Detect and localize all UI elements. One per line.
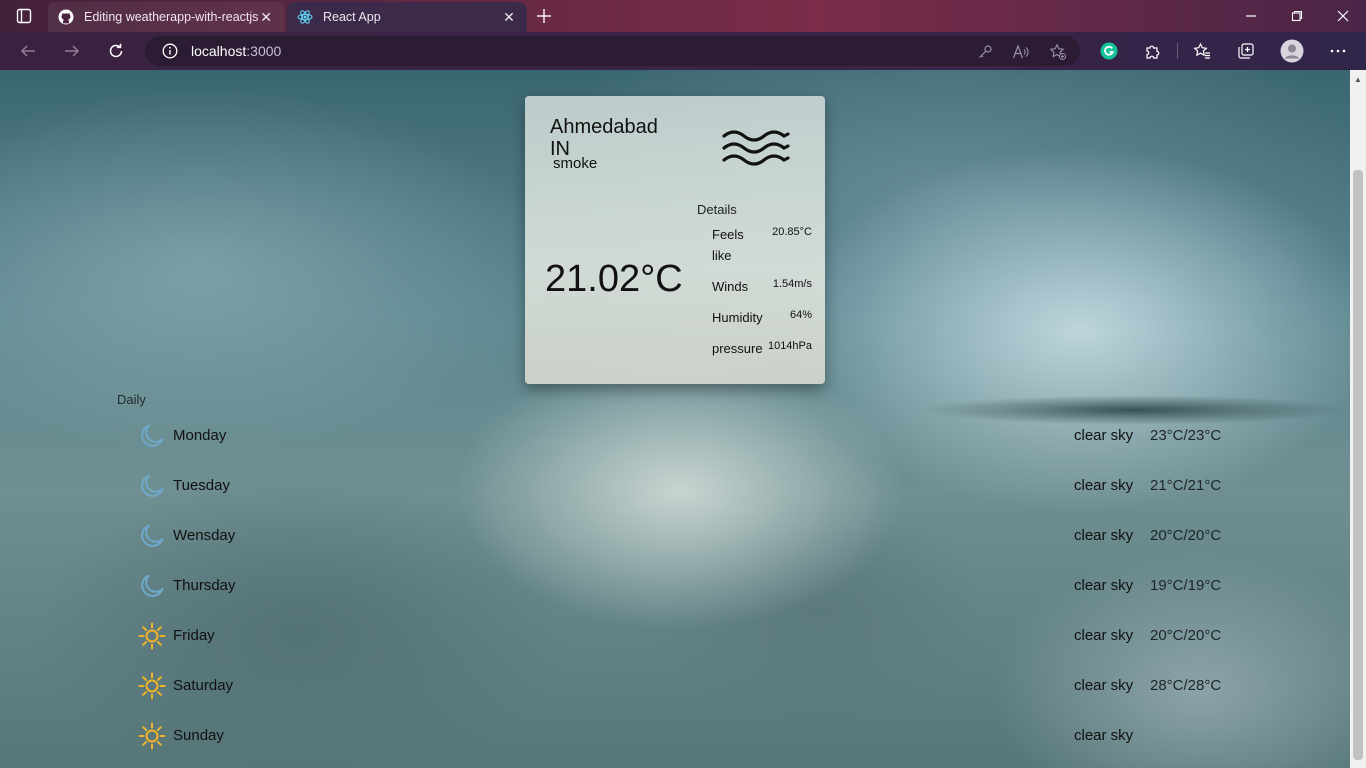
day-name: Tuesday (173, 477, 230, 494)
detail-label: Humidity (712, 310, 763, 325)
detail-value: 1.54m/s (772, 278, 812, 290)
day-description: clear sky (1074, 477, 1134, 494)
detail-label: Winds (712, 279, 749, 294)
day-temperature-range: 20°C/20°C (1150, 627, 1222, 644)
tab-react-app[interactable]: React App ✕ (287, 2, 527, 32)
address-bar[interactable]: localhost:3000 (145, 36, 1080, 66)
day-description: clear sky (1074, 627, 1134, 644)
restore-icon (1291, 10, 1303, 22)
day-temperature-range: 23°C/23°C (1150, 427, 1222, 444)
detail-value: 20.85°C (772, 226, 812, 238)
daily-row-friday: Friday clear sky 20°C/20°C (138, 621, 1228, 651)
read-aloud-icon[interactable] (1012, 43, 1030, 61)
tab-bar: Editing weatherapp-with-reactjs/ ✕ React… (0, 0, 1366, 32)
daily-row-wensday: Wensday clear sky 20°C/20°C (138, 521, 1228, 551)
weather-condition: smoke (553, 155, 598, 172)
detail-label: pressure (712, 341, 763, 356)
toolbar-divider (1177, 43, 1178, 59)
moon-icon (138, 422, 166, 450)
info-icon[interactable] (161, 42, 179, 60)
close-icon (1337, 10, 1349, 22)
browser-toolbar: localhost:3000 (0, 32, 1366, 71)
haze-icon (722, 130, 790, 166)
refresh-icon (109, 43, 123, 58)
day-description: clear sky (1074, 677, 1134, 694)
day-description: clear sky (1074, 727, 1134, 744)
sun-icon (138, 672, 166, 700)
detail-label: Feels like (712, 227, 744, 263)
day-temperature-range: 19°C/19°C (1150, 577, 1222, 594)
daily-row-tuesday: Tuesday clear sky 21°C/21°C (138, 471, 1228, 501)
tab-actions-icon (16, 8, 32, 24)
detail-feels-like: Feels like 20.85°C (712, 224, 812, 266)
sun-icon (138, 622, 166, 650)
restore-button[interactable] (1274, 0, 1320, 32)
tab-actions-button[interactable] (8, 4, 40, 28)
back-arrow-icon (20, 45, 35, 57)
tab-title: Editing weatherapp-with-reactjs/ (84, 10, 259, 24)
sun-icon (138, 722, 166, 750)
detail-value: 64% (789, 309, 812, 321)
daily-row-sunday: Sunday clear sky (138, 721, 1228, 751)
forward-arrow-icon (65, 45, 80, 57)
tab-github[interactable]: Editing weatherapp-with-reactjs/ ✕ (48, 2, 284, 32)
github-icon (58, 9, 74, 25)
detail-value: 1014hPa (767, 340, 812, 352)
profile-avatar[interactable] (1280, 39, 1304, 63)
more-options-icon[interactable] (1328, 41, 1348, 61)
daily-row-saturday: Saturday clear sky 28°C/28°C (138, 671, 1228, 701)
day-description: clear sky (1074, 527, 1134, 544)
moon-icon (138, 472, 166, 500)
day-description: clear sky (1074, 427, 1134, 444)
day-name: Thursday (173, 577, 236, 594)
add-favorite-icon[interactable] (1049, 43, 1067, 61)
avatar-icon (1280, 39, 1304, 63)
day-name: Sunday (173, 727, 224, 744)
favorites-icon[interactable] (1192, 41, 1212, 61)
day-temperature-range: 28°C/28°C (1150, 677, 1222, 694)
day-name: Monday (173, 427, 227, 444)
url-port: :3000 (246, 43, 282, 59)
new-tab-button[interactable] (532, 4, 556, 28)
daily-label: Daily (117, 392, 146, 407)
grammarly-icon[interactable] (1099, 41, 1119, 61)
day-name: Friday (173, 627, 215, 644)
day-name: Saturday (173, 677, 234, 694)
moon-icon (138, 522, 166, 550)
city-name: Ahmedabad (550, 116, 658, 138)
weather-page: Ahmedabad IN smoke 21.02°C Details Feels… (0, 70, 1350, 768)
page-scrollbar[interactable]: ▲ (1350, 70, 1366, 768)
current-weather-card: Ahmedabad IN smoke 21.02°C Details Feels… (525, 96, 825, 384)
day-name: Wensday (173, 527, 236, 544)
close-tab-icon[interactable]: ✕ (501, 9, 517, 25)
url-host: localhost (191, 43, 247, 59)
details-title: Details (697, 202, 737, 217)
current-temperature: 21.02°C (545, 258, 683, 300)
day-temperature-range: 21°C/21°C (1150, 477, 1222, 494)
day-temperature-range: 20°C/20°C (1150, 527, 1222, 544)
tab-title: React App (323, 10, 381, 24)
refresh-button[interactable] (104, 39, 128, 63)
collections-icon[interactable] (1236, 41, 1256, 61)
scroll-thumb[interactable] (1353, 170, 1363, 760)
close-window-button[interactable] (1320, 0, 1366, 32)
detail-winds: Winds 1.54m/s (712, 276, 812, 298)
daily-row-monday: Monday clear sky 23°C/23°C (138, 421, 1228, 451)
minimize-icon (1246, 15, 1256, 17)
minimize-button[interactable] (1228, 0, 1274, 32)
react-icon (297, 9, 313, 25)
url-text: localhost:3000 (191, 43, 281, 59)
extensions-icon[interactable] (1143, 41, 1163, 61)
detail-humidity: Humidity 64% (712, 307, 812, 329)
forward-button[interactable] (60, 39, 84, 63)
back-button[interactable] (16, 39, 40, 63)
detail-pressure: pressure 1014hPa (712, 338, 812, 360)
close-tab-icon[interactable]: ✕ (258, 9, 274, 25)
scroll-up-arrow-icon[interactable]: ▲ (1350, 72, 1366, 86)
key-icon[interactable] (976, 43, 994, 61)
moon-icon (138, 572, 166, 600)
day-description: clear sky (1074, 577, 1134, 594)
daily-row-thursday: Thursday clear sky 19°C/19°C (138, 571, 1228, 601)
plus-icon (537, 9, 551, 23)
